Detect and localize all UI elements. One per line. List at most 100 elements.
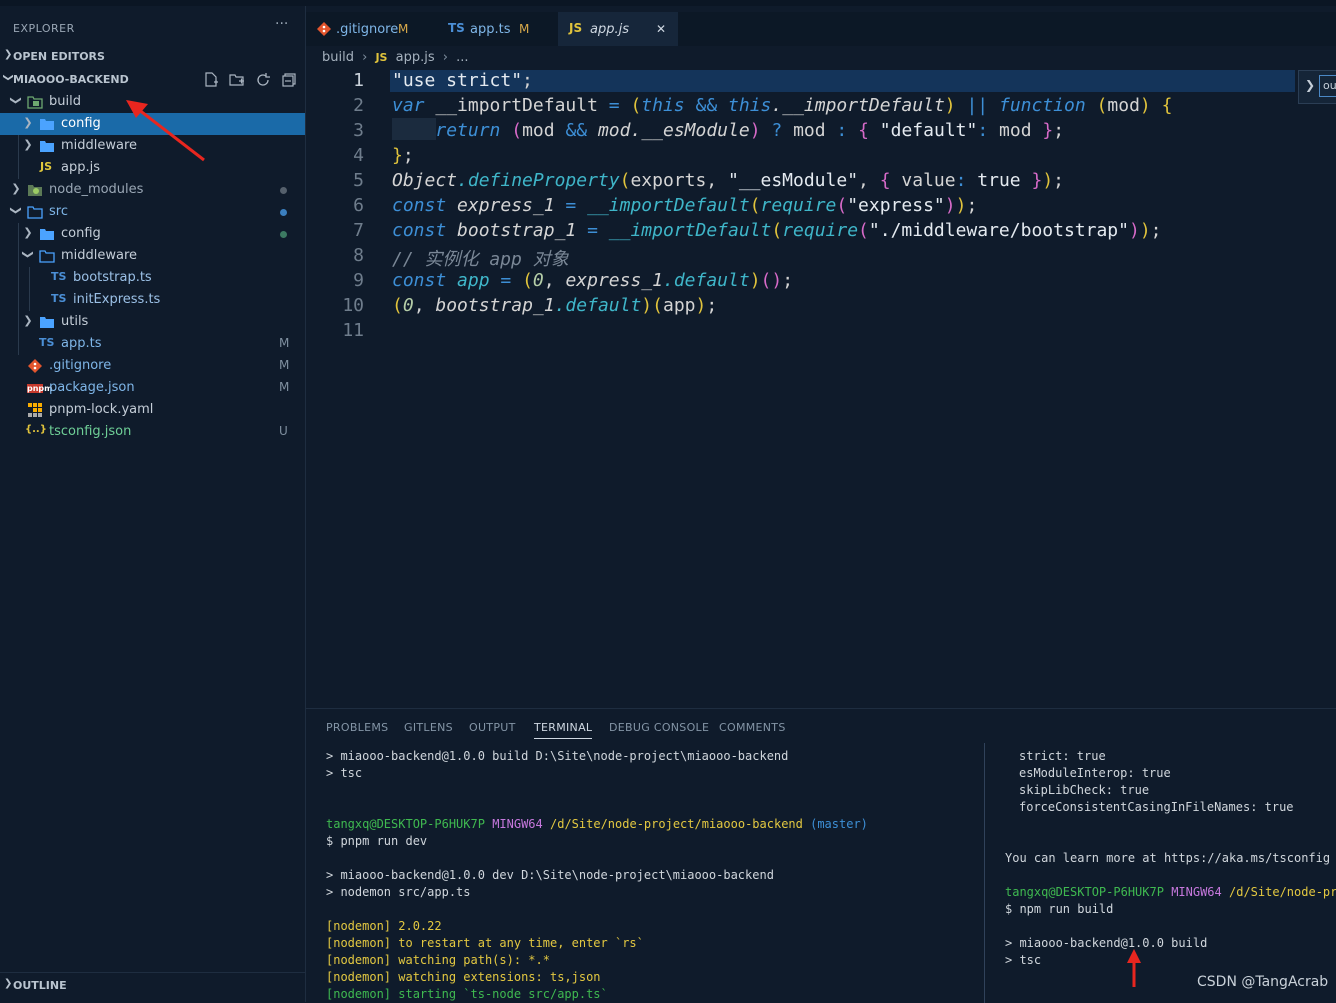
folder-open-icon (27, 204, 43, 220)
tree-file-initexpress-ts[interactable]: TS initExpress.ts (0, 289, 305, 311)
tree-label: app.js (61, 160, 100, 175)
tree-folder-src-middleware[interactable]: ❯ middleware (0, 245, 305, 267)
terminal-line: skipLibCheck: true (1019, 783, 1150, 797)
code-line: var __importDefault = (this && this.__im… (392, 95, 1173, 116)
tree-label: app.ts (61, 336, 102, 351)
chevron-right-icon: ❯ (4, 978, 13, 989)
typescript-file-icon: TS (51, 270, 67, 283)
folder-icon (39, 116, 55, 132)
tree-label: initExpress.ts (73, 292, 161, 307)
line-number: 11 (342, 320, 364, 341)
code-line: // 实例化 app 对象 (392, 249, 569, 270)
close-icon[interactable]: ✕ (656, 22, 666, 36)
line-number: 10 (342, 295, 364, 316)
folder-icon (39, 314, 55, 330)
chevron-right-icon: › (362, 50, 368, 65)
chevron-right-icon: ❯ (23, 314, 33, 327)
collapse-all-icon[interactable] (281, 72, 297, 88)
code-line: const bootstrap_1 = __importDefault(requ… (392, 220, 1162, 241)
status-dot (280, 209, 287, 216)
typescript-file-icon: TS (51, 292, 67, 305)
explorer-title: EXPLORER (13, 22, 75, 35)
tree-label: build (49, 94, 81, 109)
new-folder-icon[interactable] (229, 72, 245, 88)
find-widget[interactable]: ❯ ou (1298, 70, 1336, 104)
modified-badge: M (519, 22, 530, 36)
chevron-down-icon: ❯ (9, 205, 23, 216)
pnpm-icon: pnpm (27, 384, 53, 393)
breadcrumb-file[interactable]: app.js (396, 50, 435, 65)
tree-folder-src-config[interactable]: ❯ config (0, 223, 305, 245)
tree-folder-node-modules[interactable]: ❯ node_modules (0, 179, 305, 201)
find-input[interactable]: ou (1319, 75, 1336, 97)
chevron-right-icon: ❯ (23, 138, 33, 151)
tree-file-gitignore[interactable]: .gitignore M (0, 355, 305, 377)
code-editor[interactable]: 1 2 3 4 5 6 7 8 9 10 11 "use strict"; va… (306, 70, 1336, 708)
chevron-right-icon: ❯ (23, 116, 33, 129)
typescript-file-icon: TS (448, 21, 465, 35)
terminal-line: forceConsistentCasingInFileNames: true (1019, 800, 1294, 814)
prompt-shell: MINGW64 (1171, 885, 1222, 899)
outline-label: OUTLINE (13, 979, 67, 992)
folder-open-icon (27, 94, 43, 110)
chevron-right-icon[interactable]: ❯ (1305, 78, 1315, 92)
prompt-user: tangxq@DESKTOP-P6HUK7P (1005, 885, 1164, 899)
code-line: (0, bootstrap_1.default)(app); (392, 295, 718, 316)
open-editors-section[interactable]: ❯ OPEN EDITORS (0, 46, 305, 68)
tree-folder-src[interactable]: ❯ src (0, 201, 305, 223)
code-line: }; (392, 145, 414, 166)
terminal-right[interactable]: strict: true esModuleInterop: true skipL… (306, 709, 1336, 1003)
tab-gitignore[interactable]: .gitignore M (306, 12, 436, 46)
modified-badge: M (398, 22, 409, 36)
node-folder-icon (27, 182, 43, 198)
breadcrumb-folder[interactable]: build (322, 50, 354, 65)
terminal-line: > tsc (1005, 953, 1042, 967)
git-status-badge: M (279, 380, 290, 394)
tab-label: app.js (590, 22, 629, 37)
line-number: 3 (353, 120, 364, 141)
git-status-badge: M (279, 358, 290, 372)
javascript-file-icon: JS (375, 51, 388, 64)
project-section[interactable]: ❯ MIAOOO-BACKEND (0, 69, 305, 91)
tab-label: .gitignore (336, 22, 399, 37)
tree-label: utils (61, 314, 89, 329)
breadcrumb-more[interactable]: ... (456, 50, 468, 65)
tree-label: bootstrap.ts (73, 270, 152, 285)
line-number: 7 (353, 220, 364, 241)
folder-open-icon (39, 248, 55, 264)
code-line: Object.defineProperty(exports, "__esModu… (392, 170, 1065, 191)
tree-file-package-json[interactable]: pnpm package.json M (0, 377, 305, 399)
git-status-badge: M (279, 336, 290, 350)
line-number: 2 (353, 95, 364, 116)
chevron-right-icon: › (442, 50, 448, 65)
tree-label: .gitignore (49, 358, 112, 373)
terminal-line: esModuleInterop: true (1019, 766, 1171, 780)
tree-label: config (61, 116, 101, 131)
javascript-file-icon: JS (569, 21, 583, 35)
tree-file-pnpm-lock[interactable]: pnpm-lock.yaml (0, 399, 305, 421)
json-icon: {..} (25, 424, 47, 435)
tree-file-tsconfig-json[interactable]: {..} tsconfig.json U (0, 421, 305, 443)
tab-app-js[interactable]: JS app.js ✕ (558, 12, 678, 46)
tree-file-bootstrap-ts[interactable]: TS bootstrap.ts (0, 267, 305, 289)
tree-label: src (49, 204, 68, 219)
bottom-panel: PROBLEMS GITLENS OUTPUT TERMINAL DEBUG C… (306, 708, 1336, 1003)
tree-label: tsconfig.json (49, 424, 132, 439)
tab-app-ts[interactable]: TS app.ts M (437, 12, 557, 46)
explorer-sidebar: EXPLORER ··· ❯ OPEN EDITORS ❯ MIAOOO-BAC… (0, 6, 306, 1002)
annotation-arrow (126, 100, 205, 162)
breadcrumb: build › JS app.js › ... (322, 50, 473, 65)
more-actions-icon[interactable]: ··· (275, 16, 288, 32)
tree-label: middleware (61, 248, 138, 263)
refresh-icon[interactable] (255, 72, 271, 88)
tree-file-app-ts[interactable]: TS app.ts M (0, 333, 305, 355)
terminal-line: $ npm run build (1005, 902, 1114, 916)
outline-section[interactable]: ❯ OUTLINE (0, 972, 305, 1003)
status-dot (280, 231, 287, 238)
new-file-icon[interactable] (203, 72, 219, 88)
status-dot (280, 187, 287, 194)
editor-tabs: .gitignore M TS app.ts M JS app.js ✕ (306, 12, 1336, 46)
javascript-file-icon: JS (40, 160, 53, 173)
chevron-down-icon: ❯ (21, 249, 35, 260)
tree-folder-utils[interactable]: ❯ utils (0, 311, 305, 333)
